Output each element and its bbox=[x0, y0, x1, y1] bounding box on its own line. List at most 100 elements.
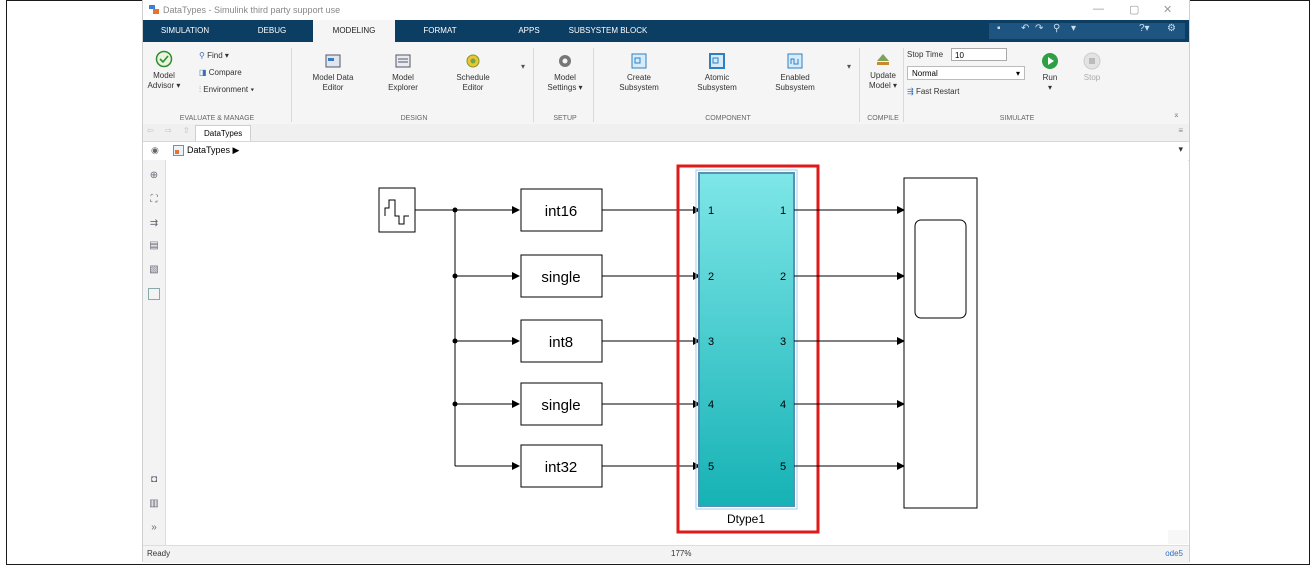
signal-line-icon[interactable]: ⇉ bbox=[148, 218, 160, 230]
tab-simulation[interactable]: SIMULATION bbox=[153, 20, 217, 42]
subsystem-in-port-label: 5 bbox=[708, 461, 714, 473]
input-signal-lines bbox=[455, 206, 520, 470]
tab-format[interactable]: FORMAT bbox=[411, 20, 469, 42]
model-settings-button[interactable]: Model Settings ▾ bbox=[541, 52, 589, 93]
group-evaluate-manage: Model Advisor ▾ ⚲ Find ▾ ◨ Compare ⫶ Env… bbox=[143, 48, 292, 122]
zoom-level: 177% bbox=[671, 549, 692, 558]
environment-button[interactable]: ⫶ Environment ▾ bbox=[199, 85, 254, 95]
update-model-icon bbox=[877, 54, 889, 65]
address-bar: ◉ DataTypes ▶ ▾ bbox=[143, 142, 1189, 161]
menu-icon[interactable]: ≡ bbox=[1178, 126, 1183, 135]
update-model-button[interactable]: Update Model ▾ bbox=[863, 50, 903, 91]
zoom-icon[interactable]: ⊕ bbox=[148, 170, 160, 182]
forward-icon[interactable]: ⇨ bbox=[165, 126, 172, 135]
toolstrip-tabs: SIMULATION DEBUG MODELING FORMAT APPS SU… bbox=[143, 20, 1189, 42]
converter-label: int32 bbox=[545, 459, 578, 476]
save-icon[interactable]: ▪ bbox=[997, 23, 1001, 37]
component-gallery-expand-icon[interactable]: ▾ bbox=[847, 62, 851, 71]
image-icon[interactable]: ▧ bbox=[148, 264, 160, 276]
tab-subsystem-block[interactable]: SUBSYSTEM BLOCK bbox=[561, 20, 655, 42]
address-dropdown-icon[interactable]: ▾ bbox=[1178, 144, 1183, 155]
output-signal-lines bbox=[794, 206, 905, 470]
minimize-button[interactable]: — bbox=[1093, 3, 1104, 15]
fanout-signal-lines bbox=[415, 209, 456, 466]
help-icon[interactable]: ?▾ bbox=[1139, 23, 1150, 37]
tab-apps[interactable]: APPS bbox=[509, 20, 549, 42]
title-bar: DataTypes - Simulink third party support… bbox=[143, 0, 1189, 20]
model-icon bbox=[173, 145, 184, 156]
model-browser-bar: ⇦ ⇨ ⇧ DataTypes ≡ bbox=[143, 124, 1189, 142]
scope-block[interactable] bbox=[903, 177, 978, 509]
model-advisor-button[interactable]: Model Advisor ▾ bbox=[147, 50, 181, 91]
canvas-toolbar: ⊕ ⛶ ⇉ ▤ ▧ ◘ ▥ » bbox=[143, 160, 166, 545]
maximize-button[interactable]: ▢ bbox=[1129, 3, 1139, 16]
converter-label: single bbox=[541, 397, 580, 414]
group-design: Model Data Editor Model Explorer Schedul… bbox=[295, 48, 534, 122]
stop-time-input[interactable]: 10 bbox=[951, 48, 1007, 61]
tab-datatypes[interactable]: DataTypes bbox=[195, 125, 252, 141]
run-button[interactable]: Run ▾ bbox=[1035, 52, 1065, 93]
undo-icon[interactable]: ↶ bbox=[1021, 23, 1029, 37]
fast-restart-button[interactable]: ⇶ Fast Restart bbox=[907, 87, 960, 96]
schedule-editor-button[interactable]: Schedule Editor bbox=[451, 52, 495, 93]
stop-time-label: Stop Time bbox=[907, 50, 944, 59]
window-title: DataTypes - Simulink third party support… bbox=[163, 5, 341, 15]
model-canvas[interactable]: int16 single int8 single int32 1 2 3 4 5… bbox=[166, 160, 1188, 545]
community-icon[interactable]: ▾ bbox=[1071, 23, 1076, 37]
schedule-editor-icon bbox=[466, 54, 480, 68]
search-icon[interactable]: ⚲ bbox=[1053, 23, 1060, 37]
group-label-simulate: SIMULATE bbox=[999, 115, 1035, 122]
enabled-subsystem-button[interactable]: Enabled Subsystem bbox=[769, 52, 821, 93]
find-icon: ⚲ bbox=[199, 51, 208, 60]
create-subsystem-button[interactable]: Create Subsystem bbox=[613, 52, 665, 93]
converter-block[interactable]: single bbox=[520, 382, 603, 426]
back-icon[interactable]: ⇦ bbox=[147, 126, 154, 135]
converter-block[interactable]: single bbox=[520, 254, 603, 298]
quick-access-toolbar: ▪ ↶ ↷ ⚲ ▾ ?▾ ⚙ bbox=[989, 23, 1185, 39]
property-inspector-icon[interactable]: ▥ bbox=[148, 498, 160, 510]
subsystem-in-port-label: 1 bbox=[708, 205, 714, 217]
solver-link[interactable]: ode5 bbox=[1165, 549, 1183, 558]
design-gallery-expand-icon[interactable]: ▾ bbox=[521, 62, 525, 71]
model-explorer-button[interactable]: Model Explorer bbox=[381, 52, 425, 93]
model-data-editor-button[interactable]: Model Data Editor bbox=[307, 52, 359, 93]
fast-restart-icon: ⇶ bbox=[907, 87, 916, 96]
fit-view-icon[interactable]: ⛶ bbox=[148, 194, 160, 206]
compare-button[interactable]: ◨ Compare bbox=[199, 68, 242, 77]
converter-block[interactable]: int32 bbox=[520, 444, 603, 488]
atomic-subsystem-button[interactable]: Atomic Subsystem bbox=[691, 52, 743, 93]
converter-block[interactable]: int8 bbox=[520, 319, 603, 363]
signal-source-block[interactable] bbox=[378, 187, 416, 233]
settings-icon[interactable]: ⚙ bbox=[1167, 23, 1176, 37]
simulation-mode-select[interactable]: Normal ▾ bbox=[907, 66, 1025, 80]
up-icon[interactable]: ⇧ bbox=[183, 126, 190, 135]
screenshot-icon[interactable]: ◘ bbox=[148, 474, 160, 486]
group-label-evaluate-manage: EVALUATE & MANAGE bbox=[179, 115, 255, 122]
redo-icon[interactable]: ↷ bbox=[1035, 23, 1043, 37]
expand-toolbar-icon[interactable]: » bbox=[148, 522, 160, 534]
annotation-icon[interactable]: ▤ bbox=[148, 240, 160, 252]
stop-icon bbox=[1083, 52, 1101, 70]
subsystem-name: Dtype1 bbox=[727, 512, 765, 526]
model-browser-toggle-icon[interactable]: ◉ bbox=[151, 145, 159, 156]
collapse-ribbon-icon[interactable]: ⌅ bbox=[1173, 110, 1180, 119]
tab-modeling[interactable]: MODELING bbox=[313, 20, 395, 42]
simulation-mode-value: Normal bbox=[912, 69, 938, 78]
breadcrumb[interactable]: DataTypes ▶ bbox=[187, 145, 239, 156]
stop-button[interactable]: Stop bbox=[1077, 52, 1107, 83]
find-button[interactable]: ⚲ Find ▾ bbox=[199, 51, 229, 60]
area-icon[interactable] bbox=[148, 288, 160, 300]
subsystem-out-port-label: 1 bbox=[780, 205, 786, 217]
close-button[interactable]: ✕ bbox=[1163, 3, 1172, 16]
gear-icon bbox=[559, 55, 571, 67]
enabled-subsystem-icon bbox=[787, 53, 803, 69]
status-text: Ready bbox=[147, 549, 171, 558]
tab-debug[interactable]: DEBUG bbox=[247, 20, 297, 42]
status-bar: Ready 177% ode5 bbox=[143, 545, 1189, 563]
group-label-component: COMPONENT bbox=[705, 115, 751, 122]
model-advisor-icon bbox=[155, 50, 173, 68]
converter-block[interactable]: int16 bbox=[520, 188, 603, 232]
subsystem-input-lines bbox=[602, 206, 701, 470]
subsystem-in-port-label: 2 bbox=[708, 271, 714, 283]
chevron-down-icon: ▾ bbox=[1015, 69, 1020, 78]
